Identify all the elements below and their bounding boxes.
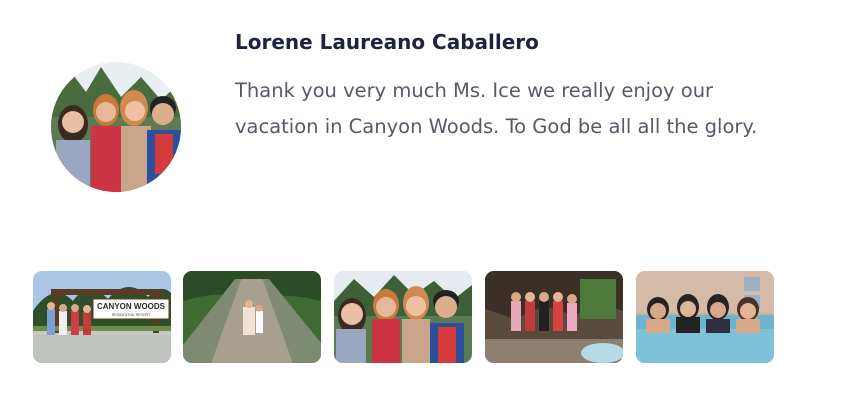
- gallery-photo-3[interactable]: [334, 271, 472, 363]
- avatar: [51, 62, 181, 192]
- reviewer-name: Lorene Laureano Caballero: [235, 30, 539, 54]
- sign-subtitle: RESIDENTIAL RESORT: [112, 313, 151, 317]
- sign-title: CANYON WOODS: [97, 302, 166, 311]
- testimonial-card: Lorene Laureano Caballero Thank you very…: [0, 0, 841, 414]
- review-text: Thank you very much Ms. Ice we really en…: [235, 79, 758, 138]
- gallery-photo-1[interactable]: CANYON WOODS RESIDENTIAL RESORT: [33, 271, 171, 363]
- gallery-photo-5[interactable]: [636, 271, 774, 363]
- gallery-photo-2[interactable]: [183, 271, 321, 363]
- gallery-photo-4[interactable]: [485, 271, 623, 363]
